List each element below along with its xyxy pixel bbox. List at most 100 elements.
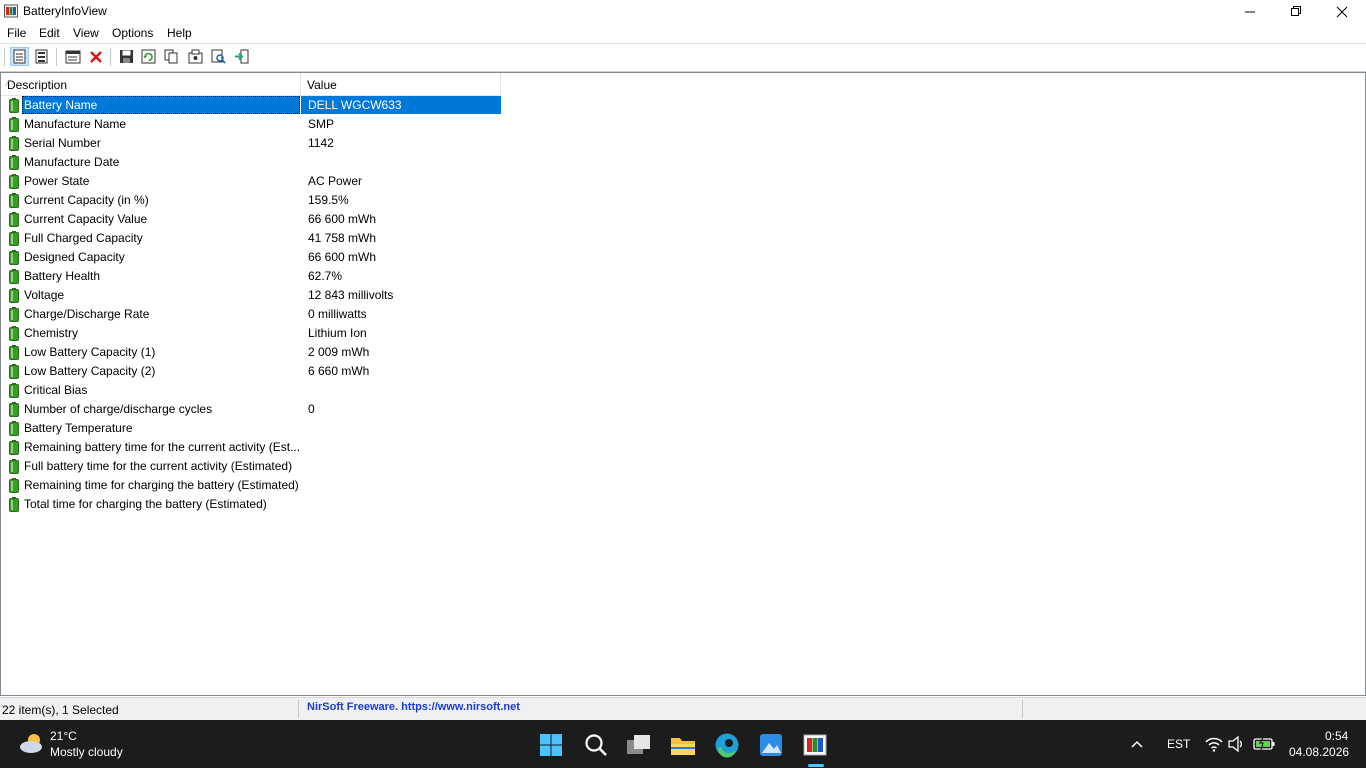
- options-button[interactable]: [186, 47, 205, 66]
- batteryinfoview-taskbar-button[interactable]: [798, 728, 832, 762]
- table-row[interactable]: Remaining battery time for the current a…: [1, 438, 501, 457]
- row-description: Remaining time for charging the battery …: [24, 478, 299, 492]
- table-row[interactable]: Current Capacity Value 66 600 mWh: [1, 210, 501, 229]
- table-row[interactable]: Remaining time for charging the battery …: [1, 476, 501, 495]
- table-row[interactable]: Current Capacity (in %) 159.5%: [1, 191, 501, 210]
- column-header-value-label: Value: [307, 78, 337, 92]
- edge-browser-button[interactable]: [710, 728, 744, 762]
- chevron-up-icon[interactable]: [1131, 739, 1143, 749]
- copy-button[interactable]: [162, 47, 181, 66]
- battery-row-icon: [9, 421, 19, 436]
- battery-row-icon: [9, 364, 19, 379]
- active-app-indicator: [808, 764, 824, 767]
- battery-info-list[interactable]: Description ⁄ Value Battery Name DELL WGC…: [0, 72, 1366, 696]
- table-row[interactable]: Low Battery Capacity (2) 6 660 mWh: [1, 362, 501, 381]
- table-row[interactable]: Battery Name DELL WGCW633: [1, 96, 501, 115]
- nirsoft-link[interactable]: NirSoft Freeware. https://www.nirsoft.ne…: [307, 701, 520, 713]
- row-value: 6 660 mWh: [308, 364, 370, 378]
- task-view-button[interactable]: [622, 728, 656, 762]
- table-row[interactable]: Battery Temperature: [1, 419, 501, 438]
- table-row[interactable]: Full Charged Capacity 41 758 mWh: [1, 229, 501, 248]
- weather-condition[interactable]: Mostly cloudy: [50, 745, 123, 759]
- row-value: 159.5%: [308, 193, 349, 207]
- battery-info-mode-button[interactable]: [10, 47, 29, 66]
- volume-icon[interactable]: [1228, 736, 1246, 752]
- status-item-count: 22 item(s), 1 Selected: [2, 703, 119, 717]
- battery-row-icon: [9, 250, 19, 265]
- table-row[interactable]: Charge/Discharge Rate 0 milliwatts: [1, 305, 501, 324]
- menu-options[interactable]: Options: [112, 26, 153, 40]
- search-icon: [585, 734, 607, 756]
- row-value: SMP: [308, 117, 335, 131]
- table-row[interactable]: Serial Number 1142: [1, 134, 501, 153]
- row-description: Number of charge/discharge cycles: [24, 402, 213, 416]
- close-button[interactable]: [1319, 0, 1365, 23]
- menu-help[interactable]: Help: [167, 26, 192, 40]
- menu-file[interactable]: File: [7, 26, 26, 40]
- column-header-value[interactable]: Value: [301, 73, 501, 96]
- windows-start-icon: [540, 734, 562, 756]
- table-row[interactable]: Critical Bias: [1, 381, 501, 400]
- table-row[interactable]: Number of charge/discharge cycles 0: [1, 400, 501, 419]
- save-button[interactable]: [117, 47, 136, 66]
- menu-view[interactable]: View: [73, 26, 99, 40]
- start-button[interactable]: [534, 728, 568, 762]
- table-row[interactable]: Low Battery Capacity (1) 2 009 mWh: [1, 343, 501, 362]
- weather-temperature[interactable]: 21°C: [50, 729, 77, 743]
- delete-icon: [89, 50, 102, 63]
- clock-time[interactable]: 0:54: [1325, 729, 1348, 743]
- battery-charging-icon[interactable]: [1253, 736, 1277, 750]
- table-row[interactable]: Voltage 12 843 millivolts: [1, 286, 501, 305]
- table-row[interactable]: Power State AC Power: [1, 172, 501, 191]
- battery-row-icon: [9, 440, 19, 455]
- battery-row-icon: [9, 269, 19, 284]
- file-explorer-button[interactable]: [666, 728, 700, 762]
- battery-row-icon: [9, 345, 19, 360]
- sort-ascending-icon: ⁄: [7, 78, 9, 88]
- table-row[interactable]: Total time for charging the battery (Est…: [1, 495, 501, 514]
- battery-log-mode-icon: [35, 49, 48, 64]
- row-value: 1142: [308, 136, 334, 150]
- window-title: BatteryInfoView: [23, 4, 107, 18]
- row-description: Full battery time for the current activi…: [24, 459, 293, 473]
- row-value: 0: [308, 402, 315, 416]
- close-icon: [1336, 6, 1348, 17]
- menu-edit[interactable]: Edit: [39, 26, 60, 40]
- photos-button[interactable]: [754, 728, 788, 762]
- exit-button[interactable]: [232, 47, 251, 66]
- delete-button[interactable]: [86, 47, 105, 66]
- clock-date[interactable]: 04.08.2026: [1289, 745, 1349, 759]
- table-row[interactable]: Chemistry Lithium Ion: [1, 324, 501, 343]
- battery-row-icon: [9, 497, 19, 512]
- weather-cloud-icon[interactable]: [18, 732, 46, 754]
- table-row[interactable]: Full battery time for the current activi…: [1, 457, 501, 476]
- battery-row-icon: [9, 117, 19, 132]
- minimize-button[interactable]: [1227, 0, 1273, 23]
- find-button[interactable]: [209, 47, 228, 66]
- title-bar: BatteryInfoView: [0, 0, 1366, 23]
- row-description: Manufacture Name: [24, 117, 127, 131]
- wifi-icon[interactable]: [1205, 736, 1223, 752]
- row-description: Battery Health: [24, 269, 101, 283]
- table-row[interactable]: Manufacture Name SMP: [1, 115, 501, 134]
- refresh-button[interactable]: [139, 47, 158, 66]
- taskbar: 21°C Mostly cloudy EST 0:54 04.08.2026: [0, 720, 1366, 768]
- status-separator: [1022, 700, 1023, 718]
- row-value: Lithium Ion: [308, 326, 367, 340]
- table-row[interactable]: Designed Capacity 66 600 mWh: [1, 248, 501, 267]
- row-value: 0 milliwatts: [308, 307, 367, 321]
- input-language[interactable]: EST: [1167, 737, 1190, 751]
- table-row[interactable]: Manufacture Date: [1, 153, 501, 172]
- row-value: AC Power: [308, 174, 363, 188]
- row-description: Full Charged Capacity: [24, 231, 143, 245]
- battery-row-icon: [9, 231, 19, 246]
- row-value: 66 600 mWh: [308, 250, 377, 264]
- table-row[interactable]: Battery Health 62.7%: [1, 267, 501, 286]
- properties-button[interactable]: [63, 47, 82, 66]
- battery-log-mode-button[interactable]: [32, 47, 51, 66]
- column-header-description[interactable]: Description ⁄: [1, 73, 301, 96]
- restore-button[interactable]: [1273, 0, 1319, 23]
- battery-row-icon: [9, 478, 19, 493]
- search-button[interactable]: [579, 728, 613, 762]
- row-value: 41 758 mWh: [308, 231, 377, 245]
